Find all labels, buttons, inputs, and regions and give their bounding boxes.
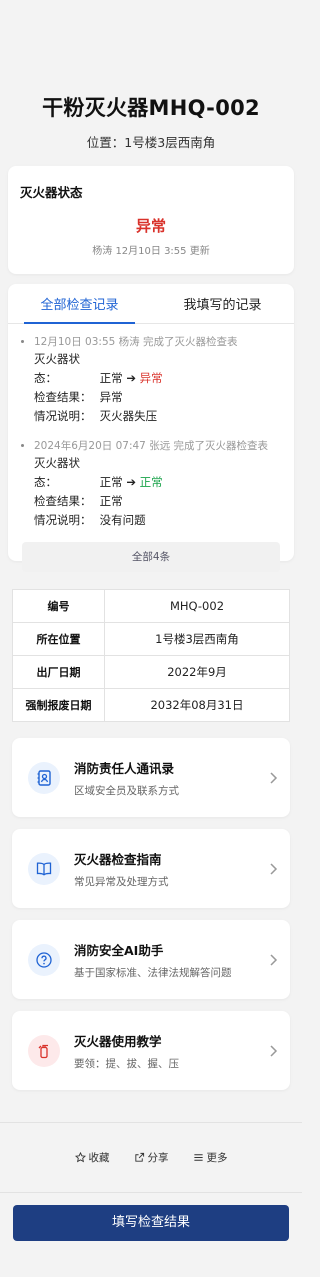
info-value: 2032年08月31日 — [104, 688, 290, 722]
bottom-actions: 收藏 分享 更多 — [0, 1122, 302, 1192]
record-note-label: 情况说明： — [34, 513, 92, 527]
info-key: 所在位置 — [12, 622, 105, 656]
chevron-right-icon — [270, 771, 278, 784]
info-key: 强制报废日期 — [12, 688, 105, 722]
more-label: 更多 — [206, 1152, 228, 1164]
status-card: 灭火器状态 异常 杨涛 12月10日 3:55 更新 — [8, 166, 294, 274]
question-icon — [28, 943, 60, 976]
inspection-records-card: 全部检查记录 我填写的记录 12月10日 03:55 杨涛 完成了灭火器检查表 … — [8, 284, 294, 572]
arrow-right-icon: ➔ — [126, 475, 140, 489]
info-value: MHQ-002 — [104, 589, 290, 623]
inspection-guide-link[interactable]: 灭火器检查指南 常见异常及处理方式 — [12, 829, 290, 908]
record-note-line: 情况说明： 没有问题 — [34, 511, 282, 530]
record-result-line: 检查结果： 异常 — [34, 388, 282, 407]
link-subtitle: 要领：提、拔、握、压 — [74, 1057, 179, 1070]
share-button[interactable]: 分享 — [134, 1150, 169, 1165]
record-result-label: 检查结果： — [34, 390, 92, 404]
star-icon — [74, 1152, 86, 1163]
extinguisher-icon — [28, 1034, 60, 1067]
record-note: 灭火器失压 — [99, 409, 158, 423]
status-value: 异常 — [135, 217, 166, 235]
chevron-right-icon — [270, 1044, 278, 1057]
page-header: 干粉灭火器MHQ-002 位置：1号楼3层西南角 — [0, 0, 302, 151]
menu-icon — [193, 1154, 203, 1161]
record-note: 没有问题 — [99, 513, 146, 527]
record-status-label: 灭火器状态： — [34, 456, 80, 489]
location-text: 位置：1号楼3层西南角 — [86, 135, 216, 150]
record-result: 异常 — [99, 390, 123, 404]
status-updated-meta: 杨涛 12月10日 3:55 更新 — [92, 246, 210, 257]
record-status-line: 灭火器状态： 正常 ➔ 正常 — [34, 454, 282, 492]
book-icon — [28, 852, 60, 885]
link-title: 灭火器使用教学 — [74, 1033, 162, 1049]
favorite-label: 收藏 — [88, 1152, 110, 1164]
record-result-line: 检查结果： 正常 — [34, 492, 282, 511]
table-row: 强制报废日期 2032年08月31日 — [12, 688, 290, 722]
record-header: 2024年6月20日 07:47 张远 完成了灭火器检查表 — [34, 440, 269, 452]
record-item: 2024年6月20日 07:47 张远 完成了灭火器检查表 灭火器状态： 正常 … — [21, 438, 282, 530]
record-header: 12月10日 03:55 杨涛 完成了灭火器检查表 — [34, 336, 238, 348]
record-result-label: 检查结果： — [34, 494, 92, 508]
share-icon — [134, 1152, 144, 1162]
info-value: 2022年9月 — [104, 655, 290, 689]
records-list: 12月10日 03:55 杨涛 完成了灭火器检查表 灭火器状态： 正常 ➔ 异常… — [8, 324, 294, 530]
link-title: 消防责任人通讯录 — [74, 760, 175, 776]
table-row: 出厂日期 2022年9月 — [12, 655, 290, 689]
contact-book-icon — [28, 761, 60, 794]
link-title: 灭火器检查指南 — [74, 851, 162, 867]
record-status-to: 正常 — [139, 475, 163, 489]
link-text: 灭火器检查指南 常见异常及处理方式 — [74, 849, 268, 889]
record-status-line: 灭火器状态： 正常 ➔ 异常 — [34, 350, 282, 388]
link-text: 消防安全AI助手 基于国家标准、法律法规解答问题 — [74, 940, 268, 980]
tab-all-records[interactable]: 全部检查记录 — [8, 284, 151, 324]
record-status-from: 正常 — [99, 371, 123, 385]
chevron-right-icon — [270, 953, 278, 966]
status-heading: 灭火器状态 — [20, 185, 83, 200]
link-title: 消防安全AI助手 — [74, 942, 164, 958]
table-row: 编号 MHQ-002 — [12, 589, 290, 623]
ai-assistant-link[interactable]: 消防安全AI助手 基于国家标准、法律法规解答问题 — [12, 920, 290, 999]
info-key: 编号 — [12, 589, 105, 623]
link-subtitle: 基于国家标准、法律法规解答问题 — [74, 966, 232, 979]
chevron-right-icon — [270, 862, 278, 875]
footer-bar: 填写检查结果 — [0, 1192, 302, 1277]
show-all-records-button[interactable]: 全部4条 — [22, 542, 280, 572]
info-key: 出厂日期 — [12, 655, 105, 689]
record-status-from: 正常 — [99, 475, 123, 489]
link-text: 灭火器使用教学 要领：提、拔、握、压 — [74, 1031, 268, 1071]
usage-tutorial-link[interactable]: 灭火器使用教学 要领：提、拔、握、压 — [12, 1011, 290, 1090]
records-tabs: 全部检查记录 我填写的记录 — [8, 284, 294, 324]
arrow-right-icon: ➔ — [126, 371, 140, 385]
record-status-label: 灭火器状态： — [34, 352, 80, 385]
record-item: 12月10日 03:55 杨涛 完成了灭火器检查表 灭火器状态： 正常 ➔ 异常… — [21, 334, 282, 426]
share-label: 分享 — [147, 1152, 169, 1164]
page-title: 干粉灭火器MHQ-002 — [42, 96, 260, 120]
record-status-to: 异常 — [139, 371, 163, 385]
link-text: 消防责任人通讯录 区域安全员及联系方式 — [74, 758, 268, 798]
tab-my-records[interactable]: 我填写的记录 — [151, 284, 294, 323]
link-subtitle: 常见异常及处理方式 — [74, 875, 169, 888]
more-button[interactable]: 更多 — [193, 1150, 228, 1165]
fill-inspection-result-button[interactable]: 填写检查结果 — [13, 1205, 289, 1241]
info-value: 1号楼3层西南角 — [104, 622, 290, 656]
table-row: 所在位置 1号楼3层西南角 — [12, 622, 290, 656]
contact-directory-link[interactable]: 消防责任人通讯录 区域安全员及联系方式 — [12, 738, 290, 817]
favorite-button[interactable]: 收藏 — [74, 1150, 110, 1165]
link-subtitle: 区域安全员及联系方式 — [74, 784, 179, 797]
record-note-line: 情况说明： 灭火器失压 — [34, 407, 282, 426]
record-note-label: 情况说明： — [34, 409, 92, 423]
extinguisher-info-table: 编号 MHQ-002 所在位置 1号楼3层西南角 出厂日期 2022年9月 强制… — [12, 589, 290, 722]
record-result: 正常 — [99, 494, 123, 508]
